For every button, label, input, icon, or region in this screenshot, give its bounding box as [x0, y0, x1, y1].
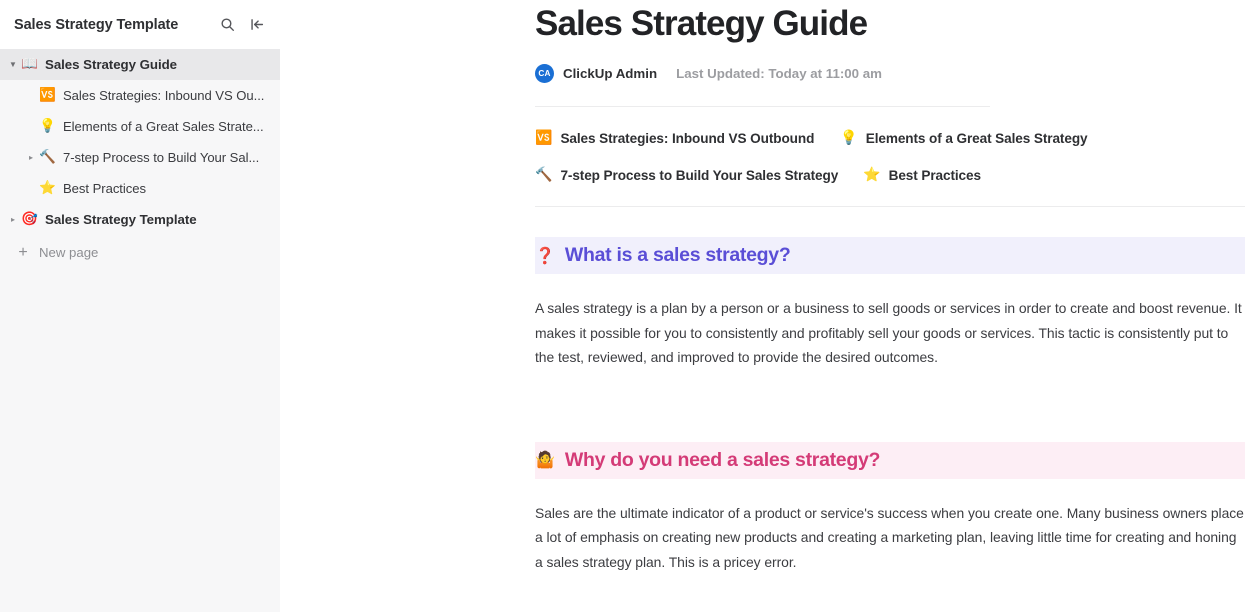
sidebar-item-sales-strategies-inbound-vs-outbound[interactable]: ▸ 🆚 Sales Strategies: Inbound VS Ou...: [0, 80, 280, 111]
light-bulb-icon: 💡: [39, 117, 56, 134]
section-heading-why-do-you-need-a-sales-strategy[interactable]: 🤷 Why do you need a sales strategy?: [535, 441, 1245, 479]
chevron-down-icon[interactable]: ▼: [6, 60, 20, 69]
sidebar-item-sales-strategy-guide[interactable]: ▼ 📖 Sales Strategy Guide: [0, 49, 280, 80]
new-page-button[interactable]: + New page: [0, 237, 280, 268]
quick-links-row: 🔨 7-step Process to Build Your Sales Str…: [535, 161, 1245, 189]
dart-target-icon: 🎯: [21, 210, 38, 227]
sidebar-header: Sales Strategy Template: [0, 0, 280, 49]
star-icon: ⭐: [39, 179, 56, 196]
sidebar-header-actions: [218, 16, 266, 34]
search-icon[interactable]: [218, 16, 236, 34]
quick-link-sales-strategies-inbound-vs-outbound[interactable]: 🆚 Sales Strategies: Inbound VS Outbound: [535, 131, 814, 146]
divider-top: [535, 106, 990, 108]
section-heading-container: ❓ What is a sales strategy?: [280, 237, 1245, 275]
sidebar-item-sales-strategy-template[interactable]: ▸ 🎯 Sales Strategy Template: [0, 204, 280, 235]
section-heading-what-is-a-sales-strategy[interactable]: ❓ What is a sales strategy?: [535, 237, 1245, 275]
last-updated-text: Last Updated: Today at 11:00 am: [676, 66, 882, 82]
new-page-label: New page: [39, 245, 99, 260]
quick-link-best-practices[interactable]: ⭐ Best Practices: [863, 168, 981, 183]
quick-links-block: 🆚 Sales Strategies: Inbound VS Outbound …: [535, 124, 1245, 189]
quick-link-label: Best Practices: [888, 167, 981, 183]
sidebar: Sales Strategy Template ▼ 📖 Sales Strate…: [0, 0, 280, 612]
sidebar-item-label: Sales Strategy Guide: [45, 57, 178, 72]
sidebar-item-label: Best Practices: [63, 181, 146, 196]
sidebar-title: Sales Strategy Template: [14, 16, 179, 33]
section-heading-label: Why do you need a sales strategy?: [564, 448, 881, 471]
quick-link-label: 7-step Process to Build Your Sales Strat…: [560, 167, 839, 183]
app-window: Sales Strategy Template ▼ 📖 Sales Strate…: [0, 0, 1245, 612]
hammer-icon: 🔨: [535, 167, 553, 184]
sidebar-item-label: Elements of a Great Sales Strate...: [63, 119, 264, 134]
hammer-icon: 🔨: [39, 148, 56, 165]
avatar[interactable]: CA: [535, 64, 554, 84]
document-meta: CA ClickUp Admin Last Updated: Today at …: [535, 64, 1245, 84]
sidebar-item-elements-of-a-great-sales-strategy[interactable]: ▸ 💡 Elements of a Great Sales Strate...: [0, 111, 280, 142]
shrug-person-icon: 🤷: [535, 450, 555, 470]
light-bulb-icon: 💡: [840, 130, 858, 147]
star-icon: ⭐: [863, 167, 881, 184]
section-body-what-is-a-sales-strategy[interactable]: A sales strategy is a plan by a person o…: [535, 296, 1245, 370]
quick-link-label: Elements of a Great Sales Strategy: [865, 130, 1088, 146]
section-body-why-do-you-need-a-sales-strategy[interactable]: Sales are the ultimate indicator of a pr…: [535, 501, 1245, 575]
document-scroll-container[interactable]: Sales Strategy Guide CA ClickUp Admin La…: [280, 0, 1245, 612]
section-heading-container: 🤷 Why do you need a sales strategy?: [280, 441, 1245, 479]
sidebar-page-tree: ▼ 📖 Sales Strategy Guide ▸ 🆚 Sales Strat…: [0, 49, 280, 612]
sidebar-item-7-step-process[interactable]: ▸ 🔨 7-step Process to Build Your Sal...: [0, 142, 280, 173]
sidebar-item-best-practices[interactable]: ▸ ⭐ Best Practices: [0, 173, 280, 204]
quick-link-label: Sales Strategies: Inbound VS Outbound: [560, 130, 815, 146]
collapse-sidebar-icon[interactable]: [248, 16, 266, 34]
sidebar-item-label: Sales Strategies: Inbound VS Ou...: [63, 88, 265, 103]
open-book-icon: 📖: [21, 55, 38, 72]
chevron-right-icon[interactable]: ▸: [6, 215, 20, 224]
document-area: Sales Strategy Guide CA ClickUp Admin La…: [280, 0, 1245, 612]
quick-link-elements-of-a-great-sales-strategy[interactable]: 💡 Elements of a Great Sales Strategy: [840, 131, 1087, 146]
plus-icon: +: [18, 243, 28, 261]
author-name: ClickUp Admin: [563, 66, 658, 82]
sidebar-item-label: 7-step Process to Build Your Sal...: [63, 150, 260, 165]
quick-link-7-step-process[interactable]: 🔨 7-step Process to Build Your Sales Str…: [535, 168, 838, 183]
sidebar-item-label: Sales Strategy Template: [45, 212, 197, 227]
quick-links-row: 🆚 Sales Strategies: Inbound VS Outbound …: [535, 124, 1245, 152]
chevron-right-icon[interactable]: ▸: [24, 153, 38, 162]
section-heading-label: What is a sales strategy?: [564, 244, 791, 267]
vs-badge-icon: 🆚: [535, 130, 553, 147]
vs-badge-icon: 🆚: [39, 86, 56, 103]
red-question-mark-icon: ❓: [535, 245, 555, 265]
page-title[interactable]: Sales Strategy Guide: [535, 4, 1245, 44]
